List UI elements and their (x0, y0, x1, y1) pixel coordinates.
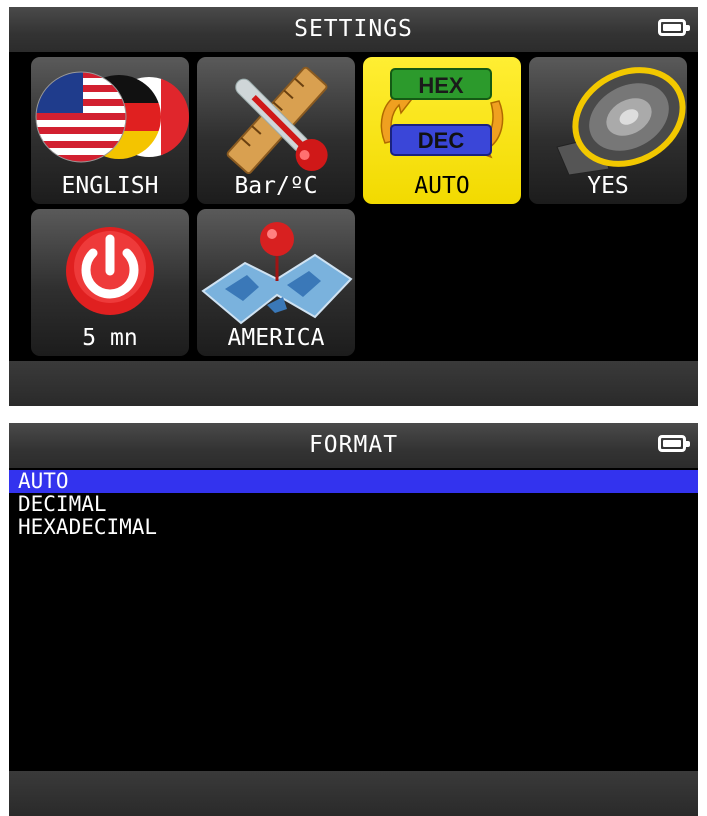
tile-label: ENGLISH (61, 173, 159, 199)
tile-label: AMERICA (227, 325, 325, 351)
tile-sound[interactable]: YES (529, 57, 687, 204)
footer-bar (9, 361, 698, 406)
dec-text: DEC (418, 128, 465, 153)
tile-units[interactable]: Bar/ºC (197, 57, 355, 204)
format-options-list: AUTO DECIMAL HEXADECIMAL (9, 470, 698, 539)
screen-title: FORMAT (308, 432, 399, 458)
screen-title: SETTINGS (294, 16, 413, 42)
hex-text: HEX (418, 73, 464, 98)
settings-screen: SETTINGS ENGLISH Bar/ºC HEX DEC AUTO YES… (9, 7, 698, 406)
tile-label: AUTO (414, 173, 470, 199)
tile-power[interactable]: 5 mn (31, 209, 189, 356)
tile-label: YES (587, 173, 629, 199)
tile-label: 5 mn (82, 325, 138, 351)
option-auto[interactable]: AUTO (9, 470, 698, 493)
tile-language[interactable]: ENGLISH (31, 57, 189, 204)
battery-icon (658, 19, 690, 36)
title-bar: FORMAT (9, 423, 698, 468)
tile-format[interactable]: HEX DEC AUTO (363, 57, 521, 204)
battery-icon (658, 435, 690, 452)
footer-bar (9, 771, 698, 816)
option-decimal[interactable]: DECIMAL (9, 493, 698, 516)
option-hexadecimal[interactable]: HEXADECIMAL (9, 516, 698, 539)
title-bar: SETTINGS (9, 7, 698, 52)
tile-region[interactable]: AMERICA (197, 209, 355, 356)
tile-label: Bar/ºC (234, 173, 318, 199)
format-screen: FORMAT AUTO DECIMAL HEXADECIMAL (9, 423, 698, 816)
